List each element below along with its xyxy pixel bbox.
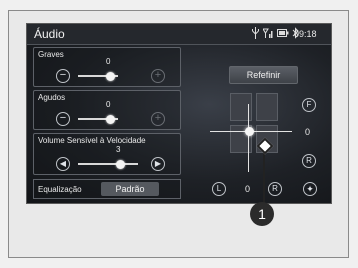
equalizer-preset-button[interactable]: Padrão <box>101 182 159 196</box>
clock: 09:18 <box>294 29 317 39</box>
treble-label: Agudos <box>38 93 66 102</box>
svc-label: Volume Sensível à Velocidade <box>38 136 146 145</box>
fader-vertical-line <box>248 104 249 172</box>
reset-button[interactable]: Refefinir <box>229 66 298 84</box>
center-button[interactable]: ✦ <box>303 182 317 196</box>
bass-increase-button[interactable]: + <box>151 69 165 83</box>
fader-value: 0 <box>305 127 311 137</box>
balance-value: 0 <box>245 184 251 194</box>
callout-line <box>263 147 265 204</box>
signal-icon <box>263 28 273 38</box>
bass-decrease-button[interactable]: − <box>56 69 70 83</box>
bass-slider-knob[interactable] <box>106 72 115 81</box>
callout-badge: 1 <box>250 202 274 226</box>
svc-increase-button[interactable]: ▶ <box>151 157 165 171</box>
bass-label: Graves <box>38 50 64 59</box>
svc-slider-knob[interactable] <box>116 160 125 169</box>
usb-icon <box>252 27 259 39</box>
audio-screen: Áudio 09:18 Graves 0 − + Agudos 0 − + Vo… <box>26 23 332 204</box>
battery-icon <box>277 29 289 37</box>
treble-panel: Agudos 0 − + <box>33 90 181 130</box>
equalizer-label: Equalização <box>38 185 82 194</box>
svc-value: 3 <box>116 145 121 154</box>
balance-fader-knob[interactable] <box>245 127 254 136</box>
front-right-zone <box>256 93 278 121</box>
left-button[interactable]: L <box>212 182 226 196</box>
svc-decrease-button[interactable]: ◀ <box>56 157 70 171</box>
status-icons <box>251 27 299 39</box>
rear-button[interactable]: R <box>302 154 316 168</box>
screen-title: Áudio <box>34 27 65 41</box>
svc-slider-track[interactable] <box>78 163 138 165</box>
treble-value: 0 <box>106 100 111 109</box>
treble-slider-knob[interactable] <box>106 115 115 124</box>
equalizer-row: Equalização Padrão <box>33 179 181 199</box>
bass-value: 0 <box>106 57 111 66</box>
status-bar: Áudio 09:18 <box>27 24 331 45</box>
treble-decrease-button[interactable]: − <box>56 112 70 126</box>
bass-panel: Graves 0 − + <box>33 47 181 87</box>
front-button[interactable]: F <box>302 98 316 112</box>
svc-panel: Volume Sensível à Velocidade 3 ◀ ▶ <box>33 133 181 175</box>
treble-increase-button[interactable]: + <box>151 112 165 126</box>
right-button[interactable]: R <box>268 182 282 196</box>
